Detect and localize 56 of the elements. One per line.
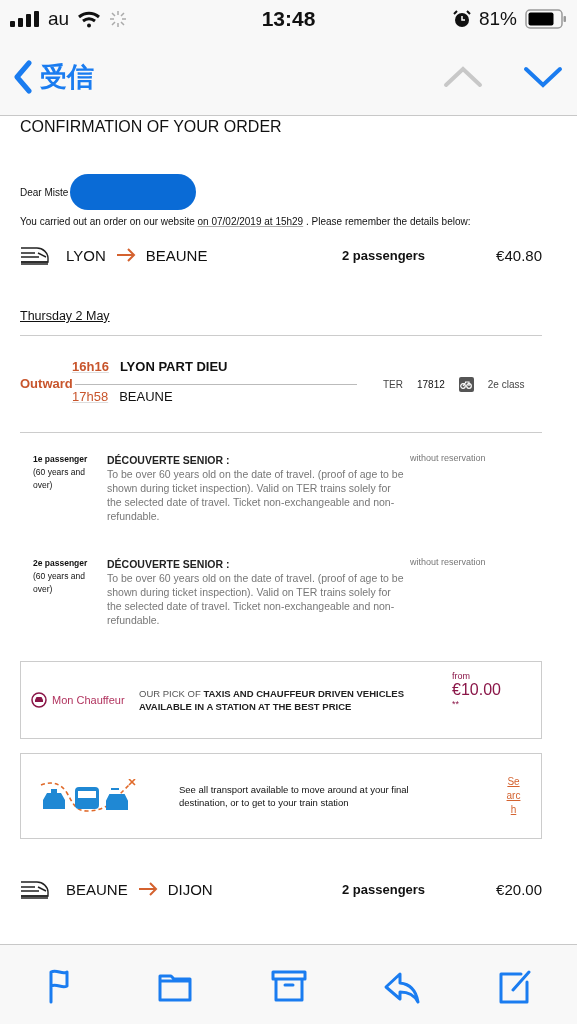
- search-link[interactable]: Search: [506, 775, 521, 817]
- fare-description: To be over 60 years old on the date of travel. (proof of age to be shown during ticket inspection). Valid on TER trains solely for the selected date of travel. Ticket non-exchangeable and non-refundable.: [107, 467, 405, 523]
- fare-name: DÉCOUVERTE SENIOR :: [107, 453, 231, 467]
- alarm-icon: [452, 10, 471, 28]
- signal-icon: [10, 11, 40, 27]
- passenger-count: 2 passengers: [342, 881, 427, 897]
- next-message-button[interactable]: [523, 64, 563, 89]
- email-title: CONFIRMATION OF YOUR ORDER: [20, 118, 283, 136]
- offer-price: €10.00: [452, 681, 501, 699]
- battery-icon: [525, 9, 567, 29]
- offer-text: OUR PICK OF TAXIS AND CHAUFFEUR DRIVEN VEHICLES AVAILABLE IN A STATION AT THE BEST PRICE: [139, 687, 405, 713]
- leg-label: Outward: [20, 376, 75, 391]
- arrival-city: DIJON: [167, 880, 213, 898]
- clock-time: 13:48: [261, 7, 316, 31]
- travel-class: 2e class: [487, 378, 525, 390]
- departure-city: BEAUNE: [66, 880, 128, 898]
- passenger-age-note: (60 years and over): [33, 467, 85, 490]
- greeting: Dear Miste: [20, 186, 69, 198]
- order-date-link[interactable]: on 07/02/2019 at 15h29: [197, 216, 304, 227]
- chauffeur-card[interactable]: Mon Chauffeur OUR PICK OF TAXIS AND CHAUFFEUR DRIVEN VEHICLES AVAILABLE IN A STATION AT THE BEST PRICE from €10.00 **: [20, 661, 542, 739]
- departure-time[interactable]: 16h16: [72, 359, 109, 374]
- train-icon: [20, 245, 50, 265]
- passenger-age-note: (60 years and over): [33, 571, 85, 594]
- battery-percent: 81%: [478, 8, 517, 30]
- arrival-city: BEAUNE: [145, 246, 208, 264]
- car-icon: [31, 692, 47, 708]
- passenger-count: 2 passengers: [342, 247, 427, 263]
- back-chevron-icon: [14, 59, 32, 94]
- travel-date: Thursday 2 May: [20, 309, 111, 323]
- train-number: 17812: [417, 378, 445, 390]
- price: €20.00: [495, 880, 542, 898]
- passenger-label: 2e passenger: [33, 557, 89, 570]
- passenger-label: 1e passenger: [33, 453, 89, 466]
- train-type: TER: [383, 378, 403, 390]
- bicycle-icon: [458, 376, 474, 392]
- arrow-icon: [137, 882, 158, 896]
- departure-station: LYON PART DIEU: [119, 359, 228, 374]
- train-icon: [20, 879, 50, 899]
- transport-text: See all transport available to move around at your final destination, or to get to your train station: [179, 783, 410, 809]
- loading-icon: [109, 10, 128, 28]
- price-prefix: from: [452, 671, 472, 681]
- brand-name: Mon Chauffeur: [52, 694, 125, 706]
- arrival-station: BEAUNE: [119, 389, 173, 404]
- price: €40.80: [495, 246, 542, 264]
- order-text: You carried out an order on our website on 07/02/2019 at 15h29 . Please remember the details below:: [20, 216, 472, 227]
- fare-description: To be over 60 years old on the date of travel. (proof of age to be shown during ticket inspection). Valid on TER trains solely for the selected date of travel. Ticket non-exchangeable and non-refundable.: [107, 571, 405, 627]
- fare-name: DÉCOUVERTE SENIOR :: [107, 557, 231, 571]
- reservation-note: without reservation: [410, 453, 486, 465]
- arrow-icon: [115, 248, 136, 262]
- arrival-time[interactable]: 17h58: [72, 389, 109, 404]
- footnote-mark: **: [452, 699, 461, 709]
- wifi-icon: [77, 10, 102, 28]
- back-button[interactable]: 受信: [14, 58, 94, 95]
- carrier-name: au: [48, 8, 70, 30]
- departure-city: LYON: [66, 246, 106, 264]
- reservation-note: without reservation: [410, 557, 486, 569]
